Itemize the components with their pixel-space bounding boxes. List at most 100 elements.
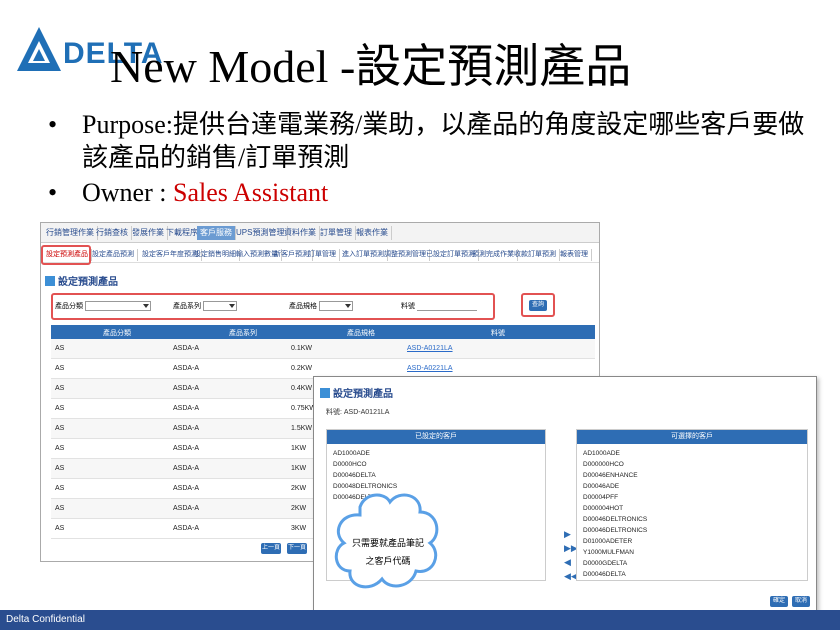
cell-category: AS [55,485,65,492]
highlight-filters [51,293,495,320]
col-spec: 產品規格 [347,330,375,337]
cell-series: ASDA-A [173,465,200,472]
page-header: 設定預測產品 [45,273,118,289]
highlight-query [521,293,555,317]
purpose-text: 提供台達電業務/業助，以產品的角度設定哪些客戶要做該產品的銷售/訂單預測 [82,110,805,172]
move-all-right-icon[interactable]: ▶▶ [564,541,578,555]
callout-line-1: 只需要就產品筆記 [351,538,424,548]
tab-data[interactable]: 資料作業 [281,226,320,240]
customer-option[interactable]: D000000HCO [583,459,801,470]
customer-option[interactable]: D0000GDELTA [583,558,801,569]
table-header: 產品分類 產品系列 產品規格 料號 [51,325,595,339]
customer-option[interactable]: D01000ADETER [583,536,801,547]
cell-spec: 2KW [291,485,307,492]
cancel-button[interactable]: 取消 [792,596,810,607]
sub-nav: 設定預測產品 設定產品預測 設定客戶年度預測 設定銷售明細 輸入預測數量 新客戶… [41,247,599,263]
top-nav: 行銷管理作業 行銷查核 發展作業 下載程序 客戶服務 UPS預測管理 資料作業 … [41,223,599,243]
cell-series: ASDA-A [173,445,200,452]
bullet-dot: • [48,110,58,139]
cell-spec: 0.2KW [291,365,313,372]
cell-category: AS [55,385,65,392]
tab-orders[interactable]: 訂單管理 [317,226,356,240]
customer-option[interactable]: D00046DELTRONICS [583,514,801,525]
cell-series: ASDA-A [173,365,200,372]
customer-option[interactable]: D000004HOT [583,503,801,514]
cell-part[interactable]: ASD-A0121LA [407,345,453,352]
footer-bar: Delta Confidential [0,610,840,630]
cell-spec: 1KW [291,465,307,472]
subtab-report-mgmt[interactable]: 報表管理 [557,249,592,261]
cell-spec: 1.5KW [291,425,313,432]
panel-title: 已設定的客戶 [327,430,545,444]
owner-value: Sales Assistant [172,178,329,207]
subtab-collection[interactable]: 收款訂單預測 [511,249,560,261]
cell-spec: 3KW [291,525,307,532]
cell-category: AS [55,465,65,472]
customer-option[interactable]: Y1000MULFMAN [583,547,801,558]
cell-spec: 0.1KW [291,345,313,352]
cell-spec: 0.4KW [291,385,313,392]
customer-option[interactable]: D00046DELTA [333,470,539,481]
tab-sales-mgmt[interactable]: 行銷管理作業 [43,226,98,240]
move-all-left-icon[interactable]: ◀◀ [564,569,578,583]
page-icon [45,276,55,286]
bullet-list: • Purpose:提供台達電業務/業助，以產品的角度設定哪些客戶要做該產品的銷… [48,108,808,211]
available-customers-panel: 可選擇的客戶 AD1000ADE D000000HCO D00046ENHANCE D… [576,429,808,581]
bullet-dot: • [48,178,58,207]
customer-option[interactable]: D0000HCO [333,459,539,470]
cell-series: ASDA-A [173,525,200,532]
customer-option[interactable]: AD1000ADE [583,448,801,459]
bullet-owner: • Owner : Sales Assistant [48,176,808,209]
customer-option[interactable]: D00046ADE [583,481,801,492]
subtab-product-forecast[interactable]: 設定產品預測 [89,249,138,261]
move-left-icon[interactable]: ◀ [564,555,574,569]
table-row[interactable]: AS ASDA-A 0.1KW ASD-A0121LA [51,339,595,359]
prev-page-button[interactable]: 上一頁 [261,543,281,554]
customer-option[interactable]: D00004PFF [583,492,801,503]
page-icon [320,388,330,398]
tab-customer-service[interactable]: 客戶服務 [197,226,236,240]
cell-series: ASDA-A [173,425,200,432]
customer-option[interactable]: D00046DELTRONICS [583,525,801,536]
cell-series: ASDA-A [173,345,200,352]
page-title: 設定預測產品 [58,277,118,288]
cell-category: AS [55,345,65,352]
model-label: 料號: ASD-A0121LA [326,409,390,416]
available-list[interactable]: AD1000ADE D000000HCO D00046ENHANCE D00046AD… [577,444,807,584]
customer-option[interactable]: AD1000ADE [333,448,539,459]
cell-category: AS [55,505,65,512]
customer-option[interactable]: D00046ENHANCE [583,470,801,481]
move-right-icon[interactable]: ▶ [564,527,574,541]
tab-sales-check[interactable]: 行銷查核 [93,226,132,240]
slide-title: New Model -設定預測產品 [110,41,632,92]
tab-reports[interactable]: 報表作業 [353,226,392,240]
cell-category: AS [55,445,65,452]
cell-part[interactable]: ASD-A0221LA [407,365,453,372]
cell-category: AS [55,405,65,412]
delta-triangle-icon [17,27,61,71]
cell-series: ASDA-A [173,385,200,392]
popup-title: 設定預測產品 [333,389,393,400]
cell-category: AS [55,425,65,432]
subtab-order-mgmt[interactable]: 訂單管理 [305,249,340,261]
panel-title: 可選擇的客戶 [577,430,807,444]
col-category: 產品分類 [103,330,131,337]
callout-text: 只需要就產品筆記 之客戶代碼 [348,534,428,570]
next-page-button[interactable]: 下一頁 [287,543,307,554]
col-series: 產品系列 [229,330,257,337]
confirm-button[interactable]: 確定 [770,596,788,607]
cell-spec: 1KW [291,445,307,452]
cell-series: ASDA-A [173,405,200,412]
cell-category: AS [55,525,65,532]
callout-line-2: 之客戶代碼 [365,556,411,566]
highlight-subtab [41,245,91,265]
footer-text: Delta Confidential [6,614,85,625]
transfer-arrows: ▶ ▶▶ ◀ ◀◀ [564,527,578,583]
cell-series: ASDA-A [173,505,200,512]
customer-option[interactable]: D00046DELTA [583,569,801,580]
purpose-label: Purpose: [82,110,173,139]
cell-category: AS [55,365,65,372]
cell-series: ASDA-A [173,485,200,492]
popup-header: 設定預測產品 [320,385,393,400]
owner-label: Owner : [82,178,167,207]
